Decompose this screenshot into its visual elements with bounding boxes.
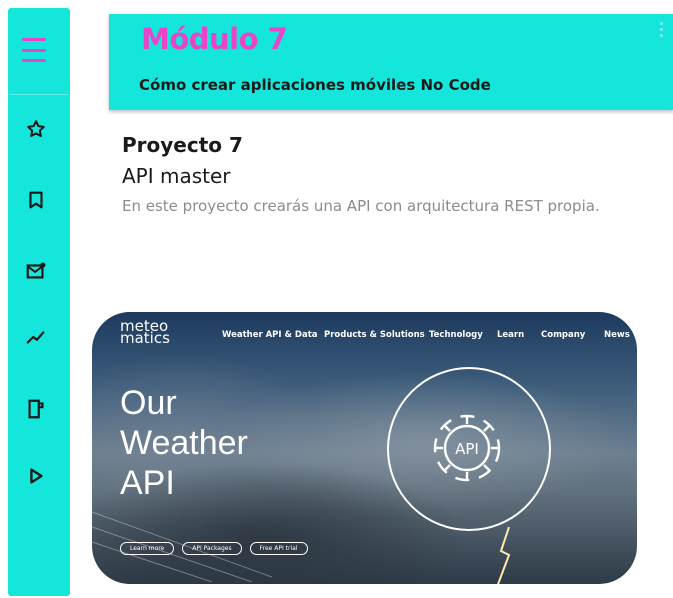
preview-nav-item: Products & Solutions: [324, 330, 425, 340]
bookmark-icon[interactable]: [25, 189, 47, 211]
star-icon[interactable]: [25, 118, 47, 140]
hero-line: Weather: [120, 424, 248, 462]
module-subtitle: Cómo crear aplicaciones móviles No Code: [139, 76, 491, 94]
document-edit-icon[interactable]: [25, 398, 47, 420]
api-badge-text: API: [455, 440, 479, 458]
project-description: En este proyecto crearás una API con arq…: [122, 197, 600, 215]
play-icon[interactable]: [25, 465, 47, 487]
preview-buttons: Learn more API Packages Free API trial: [120, 542, 308, 555]
module-header-card: Módulo 7 Cómo crear aplicaciones móviles…: [109, 14, 673, 110]
preview-nav-item: Company: [541, 330, 586, 340]
project-preview-image: meteo matics Weather API & Data Products…: [92, 312, 637, 584]
trend-chart-icon[interactable]: [25, 326, 47, 348]
preview-nav-item: Technology: [429, 330, 483, 340]
lightning-bolt: [497, 527, 511, 584]
mail-notification-icon[interactable]: [25, 260, 47, 282]
module-title: Módulo 7: [141, 22, 288, 56]
preview-nav: meteo matics Weather API & Data Products…: [92, 318, 637, 348]
sidebar-divider: [10, 94, 68, 95]
preview-pill-button: API Packages: [182, 542, 242, 555]
preview-nav-item: News: [604, 330, 630, 340]
preview-nav-item: Learn: [497, 330, 525, 340]
project-name: API master: [122, 164, 231, 188]
hamburger-menu-icon[interactable]: [22, 38, 46, 62]
project-title: Proyecto 7: [122, 133, 243, 157]
api-gear-icon: API: [433, 414, 501, 482]
logo-text-bottom: matics: [120, 329, 170, 347]
preview-pill-button: Free API trial: [249, 542, 308, 555]
more-options-icon[interactable]: [660, 22, 664, 37]
preview-nav-item: Weather API & Data: [222, 330, 318, 340]
meteomatics-logo: meteo matics: [120, 319, 170, 347]
power-lines: [92, 511, 272, 582]
sidebar: [8, 8, 70, 596]
hero-line: Our: [120, 384, 177, 422]
preview-pill-button: Learn more: [120, 542, 175, 555]
